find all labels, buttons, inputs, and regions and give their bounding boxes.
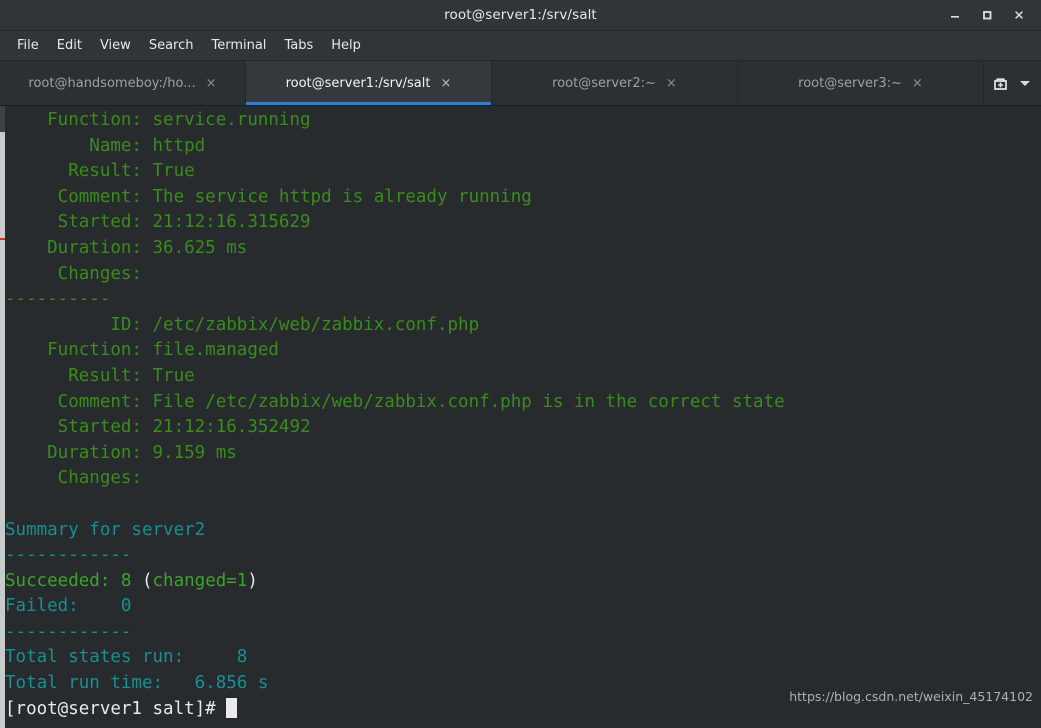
tab-bar-actions: [986, 61, 1041, 105]
terminal-line: Function: service.running: [5, 108, 1041, 134]
tab-handsomeboy[interactable]: root@handsomeboy:/ho... ×: [0, 61, 246, 105]
terminal-line: Comment: File /etc/zabbix/web/zabbix.con…: [5, 390, 1041, 416]
tab-bar: root@handsomeboy:/ho... × root@server1:/…: [0, 61, 1041, 106]
close-icon[interactable]: ×: [206, 77, 217, 90]
terminal-line: Changes:: [5, 262, 1041, 288]
title-bar: root@server1:/srv/salt: [0, 0, 1041, 31]
terminal-line: Succeeded: 8 (changed=1): [5, 569, 1041, 595]
menu-item-edit[interactable]: Edit: [48, 35, 91, 56]
terminal-text: Failed: 0: [5, 596, 132, 617]
terminal-text: Started: 21:12:16.315629: [5, 212, 311, 233]
terminal-text: [root@server1 salt]#: [5, 698, 227, 719]
terminal-text: Started: 21:12:16.352492: [5, 417, 311, 438]
minimize-icon[interactable]: [939, 1, 971, 29]
terminal-text: Comment: File /etc/zabbix/web/zabbix.con…: [5, 391, 785, 412]
terminal-text: Name: httpd: [5, 135, 206, 156]
menu-bar: File Edit View Search Terminal Tabs Help: [0, 31, 1041, 61]
terminal-text: Duration: 36.625 ms: [5, 237, 248, 258]
tab-server1[interactable]: root@server1:/srv/salt ×: [246, 61, 492, 105]
terminal-text: Function: service.running: [5, 110, 311, 130]
terminal-text: ------------: [5, 545, 132, 566]
menu-item-help[interactable]: Help: [322, 35, 370, 56]
terminal-text: Succeeded: 8: [5, 570, 142, 591]
terminal-text: Total states run: 8: [5, 647, 248, 668]
tab-server3[interactable]: root@server3:~ ×: [738, 61, 984, 105]
close-icon[interactable]: ×: [912, 77, 923, 90]
terminal-line: ID: /etc/zabbix/web/zabbix.conf.php: [5, 313, 1041, 339]
terminal-text: ----------: [5, 289, 111, 310]
menu-item-search[interactable]: Search: [140, 35, 203, 56]
terminal-line: ------------: [5, 620, 1041, 646]
terminal-text: Comment: The service httpd is already ru…: [5, 186, 532, 207]
chevron-down-icon[interactable]: [1019, 79, 1031, 88]
maximize-icon[interactable]: [971, 1, 1003, 29]
terminal-text: ): [247, 570, 258, 591]
terminal-window: root@server1:/srv/salt File Edit View Se…: [0, 0, 1041, 728]
terminal-line: Function: file.managed: [5, 338, 1041, 364]
menu-item-file[interactable]: File: [8, 35, 48, 56]
terminal-line: Comment: The service httpd is already ru…: [5, 185, 1041, 211]
terminal-line: Started: 21:12:16.352492: [5, 415, 1041, 441]
terminal-line: Failed: 0: [5, 594, 1041, 620]
close-icon[interactable]: ×: [440, 77, 451, 90]
terminal-output: Function: service.running Name: httpd Re…: [5, 106, 1041, 722]
terminal-text: (: [141, 570, 153, 591]
terminal-line: Name: httpd: [5, 134, 1041, 160]
tab-label: root@server3:~: [798, 75, 902, 91]
terminal-line: Started: 21:12:16.315629: [5, 210, 1041, 236]
terminal-line: ------------: [5, 543, 1041, 569]
terminal-text: Result: True: [5, 365, 195, 386]
terminal-text: Changes:: [5, 468, 142, 489]
close-icon[interactable]: [1003, 1, 1035, 29]
watermark: https://blog.csdn.net/weixin_45174102: [789, 689, 1033, 704]
menu-item-terminal[interactable]: Terminal: [202, 35, 275, 56]
terminal-line: Duration: 9.159 ms: [5, 441, 1041, 467]
terminal-text: Result: True: [5, 161, 195, 182]
terminal-cursor: [226, 697, 238, 718]
terminal-text: changed=1: [152, 570, 248, 591]
terminal-text: Total run time: 6.856 s: [5, 673, 269, 694]
window-title: root@server1:/srv/salt: [444, 7, 597, 23]
window-controls: [939, 1, 1041, 29]
tab-label: root@server2:~: [552, 75, 656, 91]
terminal-line: Summary for server2: [5, 518, 1041, 544]
menu-item-view[interactable]: View: [91, 35, 140, 56]
terminal-text: Function: file.managed: [5, 340, 279, 361]
terminal-line: Changes:: [5, 466, 1041, 492]
terminal-screen[interactable]: Function: service.running Name: httpd Re…: [5, 106, 1041, 728]
close-icon[interactable]: ×: [666, 77, 677, 90]
terminal-text: ------------: [5, 621, 132, 642]
tab-label: root@server1:/srv/salt: [285, 75, 431, 91]
tab-label: root@handsomeboy:/ho...: [28, 75, 196, 91]
terminal-line: Total states run: 8: [5, 645, 1041, 671]
terminal-line: Result: True: [5, 159, 1041, 185]
menu-item-tabs[interactable]: Tabs: [275, 35, 322, 56]
new-tab-icon[interactable]: [992, 75, 1009, 92]
terminal-line: ----------: [5, 287, 1041, 313]
terminal-text: Changes:: [5, 263, 142, 284]
terminal-text: Summary for server2: [5, 519, 206, 540]
terminal-text: Duration: 9.159 ms: [5, 442, 237, 463]
terminal-line: Duration: 36.625 ms: [5, 236, 1041, 262]
tab-server2[interactable]: root@server2:~ ×: [492, 61, 738, 105]
terminal-line: Result: True: [5, 364, 1041, 390]
terminal-text: ID: /etc/zabbix/web/zabbix.conf.php: [5, 314, 480, 335]
terminal-area: Function: service.running Name: httpd Re…: [0, 106, 1041, 728]
